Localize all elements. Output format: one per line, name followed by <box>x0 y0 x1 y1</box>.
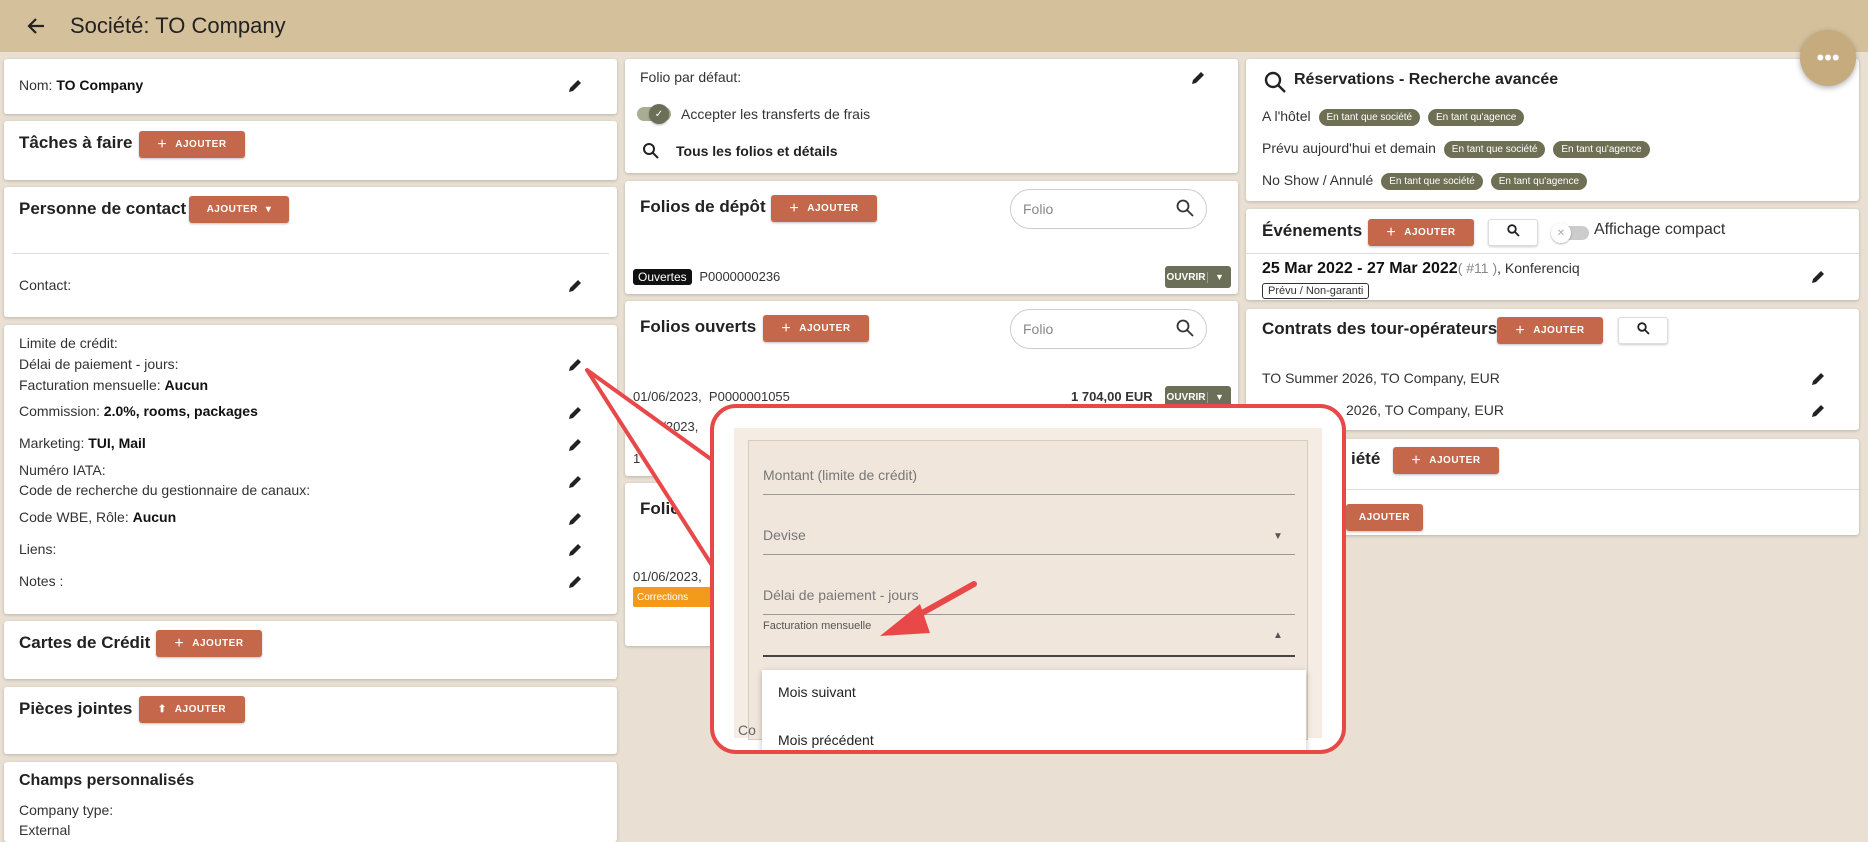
zoom-callout: Montant (limite de crédit) Devise ▼ Déla… <box>710 404 1346 754</box>
callout-panel: Montant (limite de crédit) Devise ▼ Déla… <box>734 428 1322 750</box>
annotation-arrow <box>880 581 977 636</box>
